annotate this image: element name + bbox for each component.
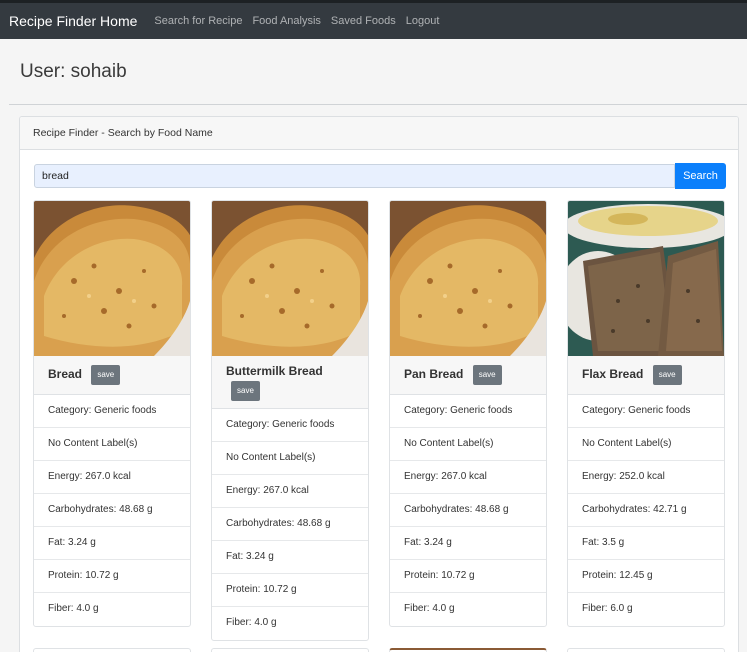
food-image xyxy=(34,201,190,356)
nutrient-row: Fat: 3.5 g xyxy=(568,527,724,560)
card-title: Buttermilk Bread xyxy=(226,364,323,378)
nutrient-row: Carbohydrates: 48.68 g xyxy=(212,508,368,541)
nutrient-row: No Content Label(s) xyxy=(390,428,546,461)
panel-header: Recipe Finder - Search by Food Name xyxy=(20,117,738,150)
food-image xyxy=(390,201,546,356)
card-title: Flax Bread xyxy=(582,366,644,381)
card-header: Pan Bread save xyxy=(390,356,546,395)
brand-link[interactable]: Recipe Finder Home xyxy=(9,13,137,29)
nutrient-row: Category: Generic foods xyxy=(212,409,368,442)
food-image xyxy=(568,201,724,356)
nav-link-logout[interactable]: Logout xyxy=(406,15,440,27)
nutrient-row: Protein: 10.72 g xyxy=(212,574,368,607)
card-header: Bread save xyxy=(34,356,190,395)
nav-link-food-analysis[interactable]: Food Analysis xyxy=(252,15,320,27)
food-card-bread: Bread save Category: Generic foods No Co… xyxy=(33,200,191,627)
save-button[interactable]: save xyxy=(472,365,502,385)
food-card-pan-bread: Pan Bread save Category: Generic foods N… xyxy=(389,200,547,627)
save-button[interactable]: save xyxy=(91,365,121,385)
nutrient-row: Fat: 3.24 g xyxy=(390,527,546,560)
food-card-partial xyxy=(567,648,725,652)
save-button[interactable]: save xyxy=(652,365,682,385)
nutrient-row: No Content Label(s) xyxy=(34,428,190,461)
divider xyxy=(9,104,747,105)
nutrient-row: No Content Label(s) xyxy=(212,442,368,475)
nutrient-row: No Content Label(s) xyxy=(568,428,724,461)
top-navbar: Recipe Finder Home Search for Recipe Foo… xyxy=(0,0,747,39)
nutrient-row: Fiber: 4.0 g xyxy=(48,602,99,614)
food-card-partial xyxy=(389,648,547,652)
nutrient-row: Fiber: 6.0 g xyxy=(582,602,633,614)
nutrient-row: Fat: 3.24 g xyxy=(212,541,368,574)
nutrient-row: Category: Generic foods xyxy=(34,395,190,428)
nutrient-row: Category: Generic foods xyxy=(568,395,724,428)
nutrient-row: Energy: 267.0 kcal xyxy=(34,461,190,494)
card-title: Pan Bread xyxy=(404,366,464,381)
card-header: Flax Bread save xyxy=(568,356,724,395)
nutrient-row: Carbohydrates: 48.68 g xyxy=(390,494,546,527)
nutrient-row: Category: Generic foods xyxy=(390,395,546,428)
nutrient-row: Energy: 252.0 kcal xyxy=(568,461,724,494)
card-header: Buttermilk Bread save xyxy=(212,356,368,409)
nutrient-row: Fiber: 4.0 g xyxy=(226,616,277,628)
user-heading: User: sohaib xyxy=(20,61,127,82)
nutrient-row: Protein: 10.72 g xyxy=(34,560,190,593)
nutrient-row: Carbohydrates: 48.68 g xyxy=(34,494,190,527)
nav-link-saved-foods[interactable]: Saved Foods xyxy=(331,15,396,27)
food-image xyxy=(212,201,368,356)
nutrient-row: Fat: 3.24 g xyxy=(34,527,190,560)
search-button[interactable]: Search xyxy=(675,163,726,189)
nutrient-row: Carbohydrates: 42.71 g xyxy=(568,494,724,527)
nutrient-row: Energy: 267.0 kcal xyxy=(390,461,546,494)
food-card-buttermilk-bread: Buttermilk Bread save Category: Generic … xyxy=(211,200,369,641)
card-title: Bread xyxy=(48,366,83,381)
nutrient-row: Protein: 10.72 g xyxy=(390,560,546,593)
nutrient-row: Energy: 267.0 kcal xyxy=(212,475,368,508)
food-card-partial xyxy=(33,648,191,652)
nutrient-row: Fiber: 4.0 g xyxy=(404,602,455,614)
food-card-flax-bread: Flax Bread save Category: Generic foods … xyxy=(567,200,725,627)
nav-link-search-recipe[interactable]: Search for Recipe xyxy=(154,15,242,27)
search-input[interactable] xyxy=(34,164,675,188)
save-button[interactable]: save xyxy=(231,381,260,401)
food-card-partial xyxy=(211,648,369,652)
nutrient-row: Protein: 12.45 g xyxy=(568,560,724,593)
